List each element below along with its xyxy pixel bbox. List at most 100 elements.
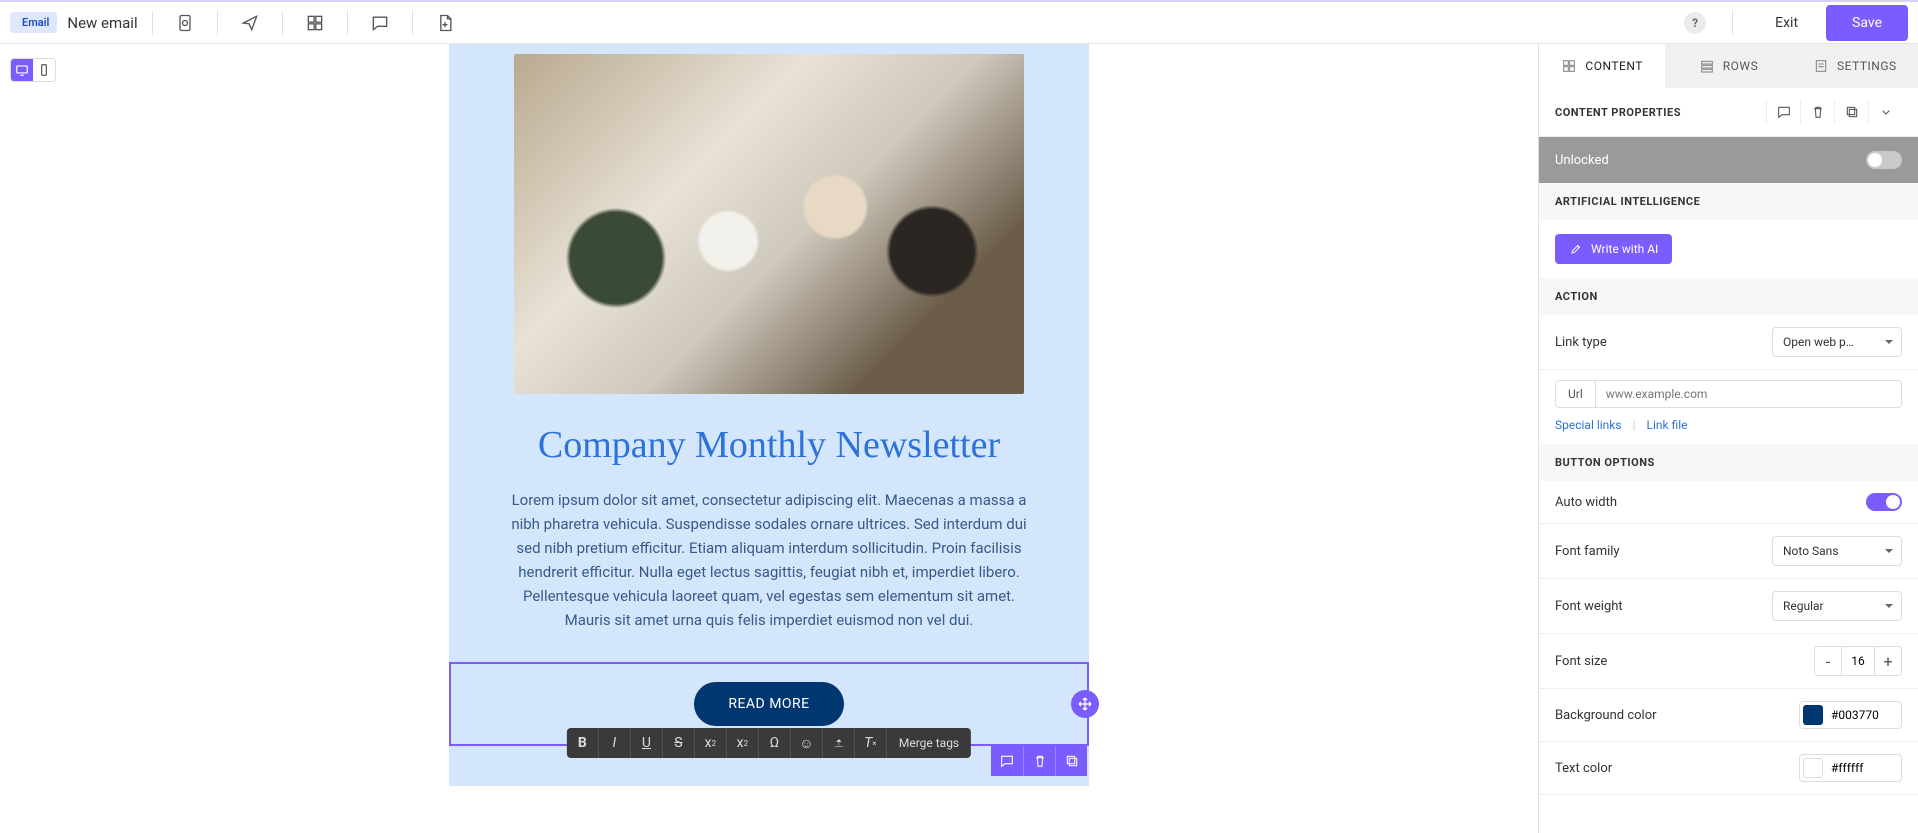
text-color-swatch — [1803, 758, 1823, 778]
ai-header: ARTIFICIAL INTELLIGENCE — [1539, 183, 1918, 220]
link-type-select[interactable]: Open web p… — [1772, 327, 1902, 357]
font-size-stepper: - + — [1814, 646, 1902, 676]
bg-color-input[interactable] — [1831, 708, 1893, 722]
row-comment-icon[interactable] — [991, 746, 1023, 776]
strike-icon[interactable]: S — [663, 728, 695, 758]
omega-icon[interactable]: Ω — [759, 728, 791, 758]
unlocked-label: Unlocked — [1555, 153, 1609, 168]
headline[interactable]: Company Monthly Newsletter — [449, 422, 1089, 470]
grid-icon[interactable] — [297, 5, 333, 41]
text-toolbar: B I U S x2 x2 Ω ☺ T× Merge tags — [567, 728, 971, 758]
auto-width-row: Auto width — [1539, 481, 1918, 524]
tab-settings[interactable]: SETTINGS — [1792, 44, 1918, 88]
exit-button[interactable]: Exit — [1759, 7, 1814, 39]
bg-color-row: Background color — [1539, 689, 1918, 742]
font-weight-row: Font weight Regular — [1539, 579, 1918, 634]
link-helpers: Special links | Link file — [1539, 418, 1918, 444]
upload-icon[interactable] — [823, 728, 855, 758]
save-button[interactable]: Save — [1826, 5, 1908, 41]
url-input[interactable] — [1595, 380, 1902, 408]
text-color-row: Text color — [1539, 742, 1918, 795]
new-page-icon[interactable] — [427, 5, 463, 41]
content-properties-label: CONTENT PROPERTIES — [1555, 106, 1681, 119]
tab-rows[interactable]: ROWS — [1665, 44, 1791, 88]
device-toggle — [10, 58, 56, 82]
prop-collapse-icon[interactable] — [1868, 100, 1902, 124]
font-size-label: Font size — [1555, 654, 1814, 669]
font-size-decrement[interactable]: - — [1815, 647, 1841, 675]
clear-format-icon[interactable]: T× — [855, 728, 887, 758]
main: Company Monthly Newsletter Lorem ipsum d… — [0, 44, 1918, 833]
move-handle-icon[interactable] — [1071, 690, 1099, 718]
divider — [412, 11, 413, 35]
action-header: ACTION — [1539, 278, 1918, 315]
bg-color-field[interactable] — [1799, 701, 1902, 729]
url-row: Url — [1539, 370, 1918, 418]
text-color-label: Text color — [1555, 761, 1799, 776]
send-test-icon[interactable] — [232, 5, 268, 41]
tab-settings-label: SETTINGS — [1837, 59, 1897, 73]
special-links-link[interactable]: Special links — [1555, 418, 1622, 432]
top-bar: Email New email ? Exit Save — [0, 0, 1918, 44]
canvas-area: Company Monthly Newsletter Lorem ipsum d… — [0, 44, 1538, 833]
email-badge: Email — [10, 12, 57, 33]
url-label: Url — [1555, 380, 1595, 408]
row-actions — [991, 746, 1087, 776]
desktop-view-icon[interactable] — [11, 59, 33, 81]
row-delete-icon[interactable] — [1023, 746, 1055, 776]
font-size-increment[interactable]: + — [1875, 647, 1901, 675]
email-canvas[interactable]: Company Monthly Newsletter Lorem ipsum d… — [449, 44, 1089, 786]
divider — [217, 11, 218, 35]
comment-icon[interactable] — [362, 5, 398, 41]
email-title[interactable]: New email — [67, 14, 137, 32]
font-family-row: Font family Noto Sans — [1539, 524, 1918, 579]
divider — [282, 11, 283, 35]
emoji-icon[interactable]: ☺ — [791, 728, 823, 758]
write-with-ai-label: Write with AI — [1591, 242, 1658, 256]
merge-tags-button[interactable]: Merge tags — [887, 728, 971, 758]
subscript-icon[interactable]: x2 — [727, 728, 759, 758]
body-text[interactable]: Lorem ipsum dolor sit amet, consectetur … — [504, 488, 1034, 632]
hero-image[interactable] — [514, 54, 1024, 394]
font-size-input[interactable] — [1841, 647, 1875, 675]
prop-duplicate-icon[interactable] — [1834, 100, 1868, 124]
prop-comment-icon[interactable] — [1766, 100, 1800, 124]
font-family-label: Font family — [1555, 544, 1772, 559]
superscript-icon[interactable]: x2 — [695, 728, 727, 758]
link-type-row: Link type Open web p… — [1539, 315, 1918, 370]
email-badge-label: Email — [22, 16, 49, 29]
content-properties-header: CONTENT PROPERTIES — [1539, 88, 1918, 137]
button-options-header: BUTTON OPTIONS — [1539, 444, 1918, 481]
underline-icon[interactable]: U — [631, 728, 663, 758]
panel-tabs: CONTENT ROWS SETTINGS — [1539, 44, 1918, 88]
text-color-input[interactable] — [1831, 761, 1893, 775]
read-more-button[interactable]: READ MORE — [694, 682, 843, 726]
font-weight-select[interactable]: Regular — [1772, 591, 1902, 621]
history-icon[interactable] — [167, 5, 203, 41]
auto-width-toggle[interactable] — [1866, 493, 1902, 511]
tab-content-label: CONTENT — [1585, 59, 1643, 73]
font-size-row: Font size - + — [1539, 634, 1918, 689]
properties-panel: CONTENT ROWS SETTINGS CONTENT PROPERTIES… — [1538, 44, 1918, 833]
write-with-ai-button[interactable]: Write with AI — [1555, 234, 1672, 264]
text-color-field[interactable] — [1799, 754, 1902, 782]
link-type-value: Open web p… — [1783, 335, 1854, 349]
italic-icon[interactable]: I — [599, 728, 631, 758]
divider — [347, 11, 348, 35]
font-weight-label: Font weight — [1555, 599, 1772, 614]
bg-color-label: Background color — [1555, 708, 1799, 723]
tab-content[interactable]: CONTENT — [1539, 44, 1665, 88]
help-icon[interactable]: ? — [1684, 12, 1706, 34]
divider — [1732, 11, 1733, 35]
tab-rows-label: ROWS — [1723, 59, 1758, 73]
divider — [152, 11, 153, 35]
bold-icon[interactable]: B — [567, 728, 599, 758]
prop-delete-icon[interactable] — [1800, 100, 1834, 124]
unlocked-row: Unlocked — [1539, 137, 1918, 183]
unlocked-toggle[interactable] — [1866, 151, 1902, 169]
bg-color-swatch — [1803, 705, 1823, 725]
link-file-link[interactable]: Link file — [1647, 418, 1688, 432]
mobile-view-icon[interactable] — [33, 59, 55, 81]
row-duplicate-icon[interactable] — [1055, 746, 1087, 776]
font-family-select[interactable]: Noto Sans — [1772, 536, 1902, 566]
